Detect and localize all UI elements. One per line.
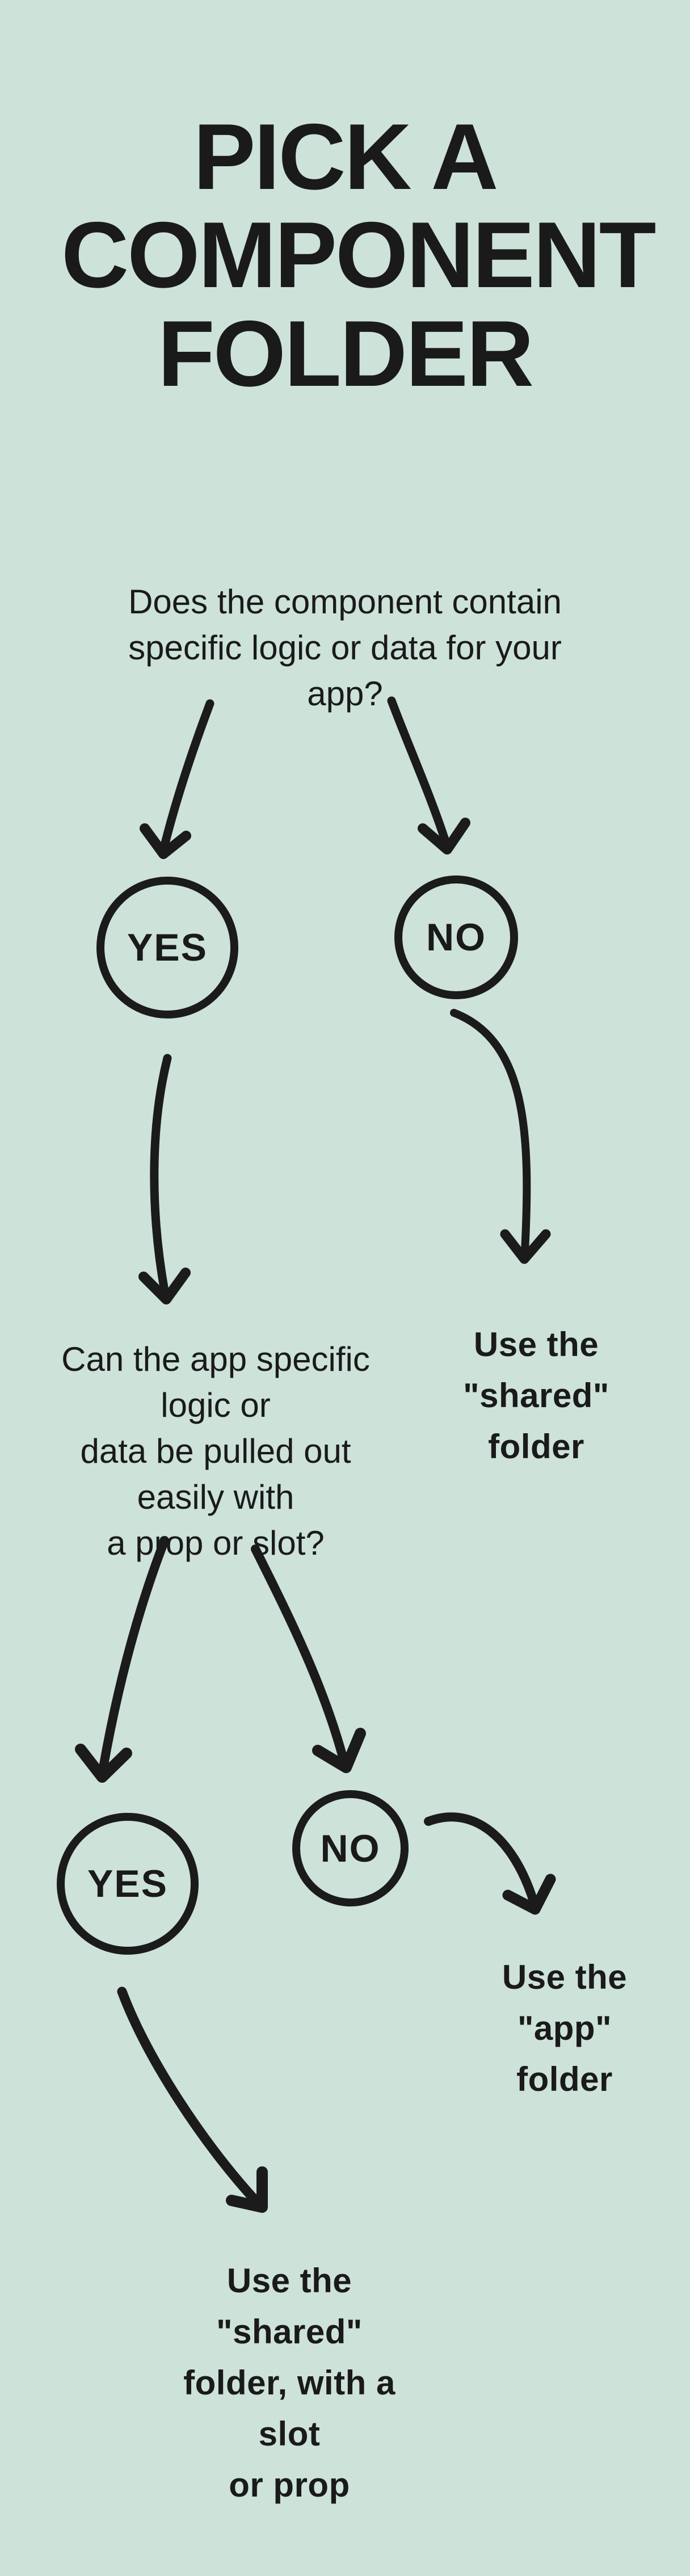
result-1-line-2: folder (414, 1421, 658, 1472)
result-app-folder: Use the "app" folder (462, 1952, 667, 2105)
question-1: Does the component contain specific logi… (90, 579, 600, 717)
arrow-q2-to-yes2 (68, 1535, 193, 1799)
arrow-q1-to-no1 (375, 695, 477, 868)
result-3-line-3: or prop (153, 2460, 426, 2511)
decision-no-2: NO (292, 1790, 409, 1906)
result-2-line-1: Use the "app" (462, 1952, 667, 2054)
result-3-line-1: Use the "shared" (153, 2255, 426, 2358)
arrow-no2-to-result (423, 1799, 570, 1938)
question-2: Can the app specific logic or data be pu… (34, 1336, 397, 1566)
question-1-line-1: Does the component contain (90, 579, 600, 625)
result-1-line-1: Use the "shared" (414, 1319, 658, 1421)
question-2-line-1: Can the app specific logic or (34, 1336, 397, 1428)
result-3-line-2: folder, with a slot (153, 2358, 426, 2460)
decision-yes-2-label: YES (87, 1862, 168, 1906)
arrow-q1-to-yes1 (125, 698, 227, 871)
decision-no-1: NO (394, 875, 518, 999)
result-shared-with-slot: Use the "shared" folder, with a slot or … (153, 2255, 426, 2511)
decision-yes-1-label: YES (127, 925, 208, 970)
decision-yes-1: YES (96, 877, 238, 1018)
arrow-no1-to-result (448, 1007, 596, 1294)
decision-no-2-label: NO (321, 1826, 381, 1871)
decision-yes-2: YES (57, 1813, 199, 1955)
decision-no-1-label: NO (426, 915, 486, 959)
result-2-line-2: folder (462, 2054, 667, 2105)
question-2-line-2: data be pulled out easily with (34, 1428, 397, 1520)
arrow-yes1-to-q2 (122, 1053, 213, 1316)
arrow-q2-to-no2 (238, 1543, 386, 1796)
result-shared-folder: Use the "shared" folder (414, 1319, 658, 1472)
arrow-yes2-to-result (113, 1986, 284, 2233)
diagram-title: PICK A COMPONENT FOLDER (61, 108, 629, 403)
